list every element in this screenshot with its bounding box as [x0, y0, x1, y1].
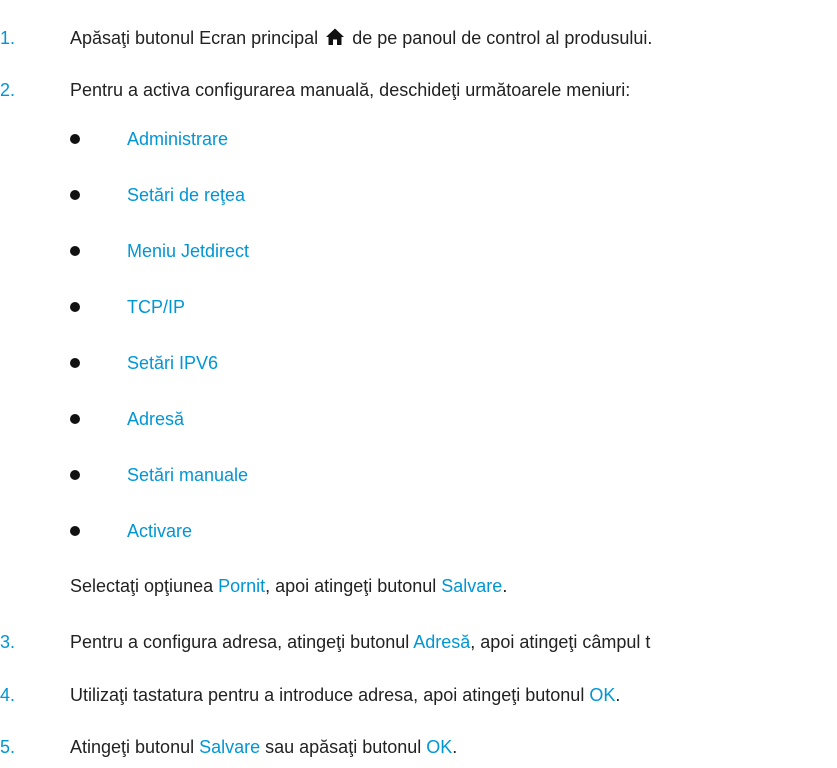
- step-text-before: Apăsaţi butonul Ecran principal: [70, 28, 319, 48]
- bullet-icon: [70, 526, 80, 536]
- note-part: , apoi atingeţi butonul: [265, 576, 442, 596]
- bullet-icon: [70, 302, 80, 312]
- menu-item-label: Setări de reţea: [127, 185, 246, 205]
- note-text: Selectaţi opţiunea Pornit, apoi atingeţi…: [70, 575, 507, 597]
- menu-item-label: Adresă: [127, 409, 185, 429]
- step-text: Pentru a configura adresa, atingeţi buto…: [70, 631, 650, 653]
- button-salvare: Salvare: [199, 737, 261, 757]
- bullet-icon: [70, 246, 80, 256]
- bullet-icon: [70, 470, 80, 480]
- menu-item-label: Setări IPV6: [127, 353, 219, 373]
- step-part: sau apăsaţi butonul: [260, 737, 427, 757]
- bullet-icon: [70, 134, 80, 144]
- step-text: Pentru a activa configurarea manuală, de…: [70, 80, 631, 100]
- option-pornit: Pornit: [218, 576, 266, 596]
- step-text: Utilizaţi tastatura pentru a introduce a…: [70, 684, 620, 706]
- step-part: .: [615, 685, 621, 705]
- step-text: Apăsaţi butonul Ecran principal de pe pa…: [70, 27, 652, 49]
- button-salvare: Salvare: [441, 576, 503, 596]
- bullet-icon: [70, 190, 80, 200]
- button-ok: OK: [426, 737, 453, 757]
- button-adresa: Adresă: [413, 632, 471, 652]
- step-number: 1.: [0, 28, 16, 48]
- button-ok: OK: [589, 685, 616, 705]
- step-part: Utilizaţi tastatura pentru a introduce a…: [70, 685, 590, 705]
- step-text: Atingeţi butonul Salvare sau apăsaţi but…: [70, 736, 457, 758]
- menu-item-label: Administrare: [127, 129, 229, 149]
- bullet-icon: [70, 358, 80, 368]
- step-number: 5.: [0, 737, 16, 757]
- note-part: Selectaţi opţiunea: [70, 576, 219, 596]
- step-part: Pentru a configura adresa, atingeţi buto…: [70, 632, 414, 652]
- home-icon: [326, 28, 345, 45]
- step-text-after: de pe panoul de control al produsului.: [352, 28, 653, 48]
- menu-item-label: Activare: [127, 521, 193, 541]
- menu-item-label: Setări manuale: [127, 465, 249, 485]
- bullet-icon: [70, 414, 80, 424]
- step-number: 4.: [0, 685, 16, 705]
- step-part: Atingeţi butonul: [70, 737, 200, 757]
- step-number: 3.: [0, 632, 16, 652]
- step-part: , apoi atingeţi câmpul t: [470, 632, 651, 652]
- note-part: .: [502, 576, 508, 596]
- menu-item-label: Meniu Jetdirect: [127, 241, 250, 261]
- step-part: .: [452, 737, 458, 757]
- step-number: 2.: [0, 80, 16, 100]
- menu-item-label: TCP/IP: [127, 297, 186, 317]
